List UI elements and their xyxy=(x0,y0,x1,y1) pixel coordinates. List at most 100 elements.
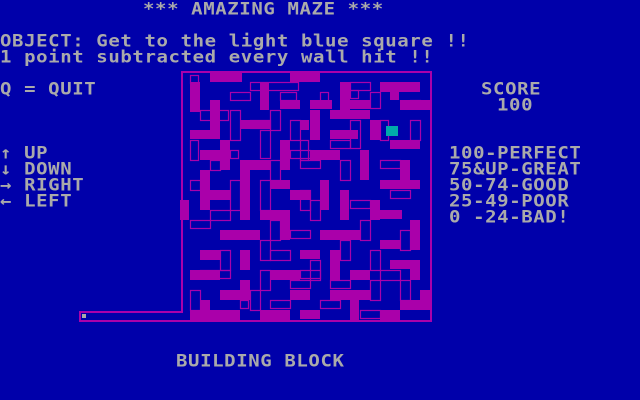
maze-wall-outline xyxy=(389,189,412,200)
maze-wall-outline xyxy=(399,229,412,252)
maze-wall-block xyxy=(280,140,290,170)
maze-wall-block xyxy=(400,160,410,180)
maze-wall-outline xyxy=(309,199,322,222)
maze-wall-block xyxy=(350,300,359,320)
maze-wall-outline xyxy=(259,129,272,160)
maze-wall-outline xyxy=(359,219,372,242)
maze-wall-block xyxy=(190,130,220,139)
goal-square xyxy=(386,126,398,136)
maze-wall-block xyxy=(390,260,410,269)
maze-wall-outline xyxy=(259,239,272,262)
maze-wall-block xyxy=(390,90,399,100)
maze-wall-block xyxy=(220,290,240,300)
maze-wall-outline xyxy=(259,269,272,292)
maze-wall-block xyxy=(280,220,290,240)
maze-wall-block xyxy=(300,250,320,259)
maze-wall-outline xyxy=(229,91,252,102)
maze-wall-block xyxy=(420,290,430,310)
maze-wall-outline xyxy=(209,159,222,172)
maze-wall-outline xyxy=(289,229,312,240)
maze-outer-wall xyxy=(79,71,432,322)
maze-wall-block xyxy=(400,300,420,310)
maze-wall-outline xyxy=(329,139,352,150)
maze-wall-block xyxy=(240,280,250,300)
maze-wall-block xyxy=(410,220,420,250)
maze-wall-block xyxy=(380,82,420,92)
maze-wall-block xyxy=(370,120,380,140)
maze-wall-block xyxy=(360,150,369,180)
maze-wall-outline xyxy=(229,149,240,160)
maze-wall-block xyxy=(380,310,400,320)
maze-wall-block xyxy=(270,180,290,189)
maze-wall-block xyxy=(340,190,349,220)
maze-wall-block xyxy=(200,170,210,210)
maze-wall-outline xyxy=(249,289,262,312)
maze-wall-block xyxy=(310,150,340,160)
maze-wall-outline xyxy=(339,239,352,262)
maze-wall-block xyxy=(310,110,320,140)
maze-wall-outline xyxy=(369,279,382,302)
maze-wall-block xyxy=(350,100,370,109)
maze-wall-outline xyxy=(359,309,382,320)
maze-wall-outline xyxy=(219,249,232,272)
maze-wall-block xyxy=(320,180,329,210)
maze-wall-block xyxy=(200,150,220,160)
maze-wall-outline xyxy=(229,179,242,212)
maze-wall-outline xyxy=(269,109,282,132)
maze-wall-outline xyxy=(289,119,302,142)
maze-wall-block xyxy=(210,73,242,82)
maze-wall-outline xyxy=(319,299,342,310)
maze-wall-outline xyxy=(269,219,282,242)
maze-wall-outline xyxy=(399,279,412,302)
maze-wall-block xyxy=(240,250,250,270)
maze-wall-outline xyxy=(369,91,382,110)
maze-wall-block xyxy=(200,250,220,260)
maze-wall-block xyxy=(220,230,260,240)
maze-wall-outline xyxy=(239,299,250,310)
maze-wall-outline xyxy=(409,119,422,142)
maze-wall-block xyxy=(300,310,320,319)
maze-wall-block xyxy=(380,210,402,219)
maze-wall-outline xyxy=(209,209,232,222)
maze-board xyxy=(79,71,432,322)
maze-wall-outline xyxy=(269,299,292,310)
maze-wall-block xyxy=(240,120,270,129)
maze-wall-outline xyxy=(289,279,312,290)
maze-wall-block xyxy=(260,82,269,110)
maze-wall-outline xyxy=(329,279,352,290)
maze-wall-block xyxy=(230,310,239,320)
maze-wall-block xyxy=(220,140,230,170)
maze-wall-outline xyxy=(349,81,372,92)
player-marker xyxy=(82,314,86,318)
maze-wall-block xyxy=(370,200,380,220)
maze-wall-outline xyxy=(349,89,360,100)
maze-wall-outline xyxy=(379,269,402,282)
maze-wall-block xyxy=(300,120,309,130)
maze-wall-outline xyxy=(189,219,212,230)
maze-wall-outline xyxy=(229,109,242,142)
maze-wall-block xyxy=(270,270,300,280)
maze-wall-block xyxy=(340,82,350,110)
maze-wall-block xyxy=(190,82,200,112)
maze-wall-block xyxy=(330,110,370,119)
maze-wall-block xyxy=(240,170,250,220)
maze-wall-block xyxy=(260,310,290,320)
maze-wall-block xyxy=(330,130,358,139)
maze-wall-outline xyxy=(259,179,272,212)
maze-wall-outline xyxy=(189,289,202,312)
maze-wall-block xyxy=(330,250,340,280)
maze-wall-block xyxy=(210,190,230,200)
maze-wall-block xyxy=(240,160,270,170)
maze-wall-outline xyxy=(299,159,322,170)
maze-wall-block xyxy=(320,230,360,240)
maze-wall-outline xyxy=(269,249,292,262)
maze-wall-block xyxy=(330,290,370,300)
maze-wall-block xyxy=(200,300,210,310)
maze-wall-block xyxy=(280,100,300,109)
maze-wall-block xyxy=(410,260,420,280)
maze-wall-block xyxy=(180,200,189,220)
maze-wall-block xyxy=(380,240,400,249)
maze-wall-block xyxy=(350,270,370,280)
maze-wall-outline xyxy=(379,159,402,170)
maze-wall-outline xyxy=(189,179,202,192)
